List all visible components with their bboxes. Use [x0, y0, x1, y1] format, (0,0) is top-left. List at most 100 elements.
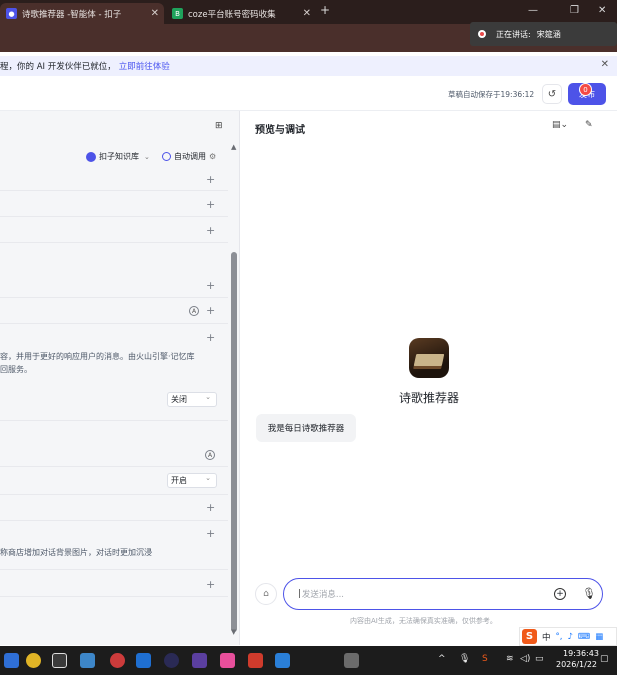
tray-mic-icon[interactable]: 🎙 [459, 654, 470, 664]
battery-icon[interactable]: ▭ [535, 654, 544, 664]
select-value: 开启 [171, 476, 187, 485]
tray-expand-icon[interactable]: ^ [438, 654, 446, 664]
notification-banner: 程，你的 AI 开发伙伴已就位， 立即前往体验 ✕ [0, 56, 617, 76]
wifi-icon[interactable]: ≋ [506, 654, 514, 664]
clock-date[interactable]: 2026/1/22 [556, 660, 597, 669]
ime-toolbar: S 中 °, ♪ ⌨ ▦ [519, 627, 617, 646]
attach-plus-icon[interactable]: + [554, 588, 566, 600]
select-value: 关闭 [171, 395, 187, 404]
bot-greeting-bubble: 我是每日诗歌推荐器 [256, 414, 356, 442]
app-red-icon[interactable] [110, 653, 125, 668]
sogou-logo[interactable]: S [522, 629, 537, 644]
coze-favicon-icon: ● [6, 8, 17, 19]
chat-settings-icon[interactable]: ▤⌄ [552, 120, 568, 130]
new-tab-button[interactable]: + [320, 3, 330, 17]
close-tab-icon[interactable]: ✕ [151, 8, 159, 19]
scroll-up-icon[interactable]: ▲ [231, 143, 236, 151]
memory-toggle-select[interactable]: 关闭 ⌄ [167, 392, 217, 407]
close-tab-icon[interactable]: ✕ [303, 8, 311, 19]
divider [0, 596, 228, 597]
divider [0, 494, 228, 495]
debug-brush-icon[interactable]: ✎ [585, 120, 593, 130]
scroll-down-icon[interactable]: ▼ [231, 628, 236, 636]
auto-mode-icon[interactable]: A [205, 450, 215, 460]
speaker-icon [478, 30, 486, 38]
history-icon: ↺ [547, 88, 557, 100]
config-panel [0, 111, 240, 645]
app-blue-icon[interactable] [136, 653, 151, 668]
app-dark-icon[interactable] [164, 653, 179, 668]
bot-name: 诗歌推荐器 [399, 391, 460, 405]
memory-description-2: 回服务。 [0, 365, 32, 374]
file-manager-icon[interactable] [80, 653, 95, 668]
auto-call-selector[interactable]: 自动调用 ⚙ [162, 151, 216, 162]
character-widget-icon[interactable] [344, 653, 359, 668]
app-pink-icon[interactable] [220, 653, 235, 668]
divider [0, 420, 228, 421]
divider [0, 520, 228, 521]
ai-disclaimer: 内容由AI生成，无法确保真实准确，仅供参考。 [350, 617, 497, 625]
divider [0, 466, 228, 467]
background-description: 称商店增加对话背景图片，对话时更加沉浸 [0, 548, 152, 557]
publish-badge: 0 [579, 83, 592, 96]
divider [0, 569, 228, 570]
input-placeholder: 发送消息... [301, 590, 344, 600]
chevron-down-icon: ⌄ [205, 474, 211, 482]
close-window-icon[interactable]: ✕ [598, 5, 606, 16]
speaking-indicator: 正在讲话: 宋筵涵 [470, 22, 617, 46]
chrome-icon[interactable] [26, 653, 41, 668]
broom-icon: ⌂ [263, 589, 269, 599]
clock-time[interactable]: 19:36:43 [563, 649, 599, 658]
sheet-favicon-icon: B [172, 8, 183, 19]
bot-avatar [409, 338, 449, 378]
preview-title: 预览与调试 [255, 125, 305, 136]
divider [0, 242, 228, 243]
divider [0, 216, 228, 217]
divider [0, 323, 228, 324]
app-purple-icon[interactable] [192, 653, 207, 668]
auto-mode-icon[interactable]: A [189, 306, 199, 316]
app-g-icon[interactable] [52, 653, 67, 668]
auto-call-label: 自动调用 [174, 152, 206, 161]
speaking-label: 正在讲话: [496, 29, 531, 39]
banner-link[interactable]: 立即前往体验 [119, 60, 170, 72]
editor-header: 草稿自动保存于19:36:12 ↺ 发布 [0, 76, 617, 111]
tab-coze-collect[interactable]: B coze平台账号密码收集 ✕ [166, 3, 316, 24]
powerpoint-icon[interactable] [248, 653, 263, 668]
settings-icon: ⚙ [209, 152, 217, 161]
history-button[interactable]: ↺ [542, 84, 562, 104]
ime-language[interactable]: 中 [542, 631, 551, 643]
tray-sogou-icon[interactable]: S [482, 654, 488, 664]
layout-toggle-icon[interactable]: ⊞ [215, 121, 223, 131]
knowledge-selector[interactable]: 扣子知识库 ⌄ [86, 151, 150, 162]
book-image [413, 354, 445, 366]
restore-icon[interactable]: ❐ [570, 5, 579, 16]
app-lightblue-icon[interactable] [275, 653, 290, 668]
keyboard-icon[interactable]: ⌨ [578, 632, 590, 642]
voice-input-icon[interactable]: ♪ [567, 632, 572, 642]
preview-panel [240, 111, 617, 645]
divider [0, 190, 228, 191]
minimize-icon[interactable]: — [528, 5, 538, 16]
notification-icon[interactable]: ▢ [600, 654, 609, 664]
text-cursor: | [298, 589, 301, 599]
microphone-icon[interactable]: 🎙 [582, 587, 596, 600]
close-banner-icon[interactable]: ✕ [601, 59, 609, 70]
banner-text: 程，你的 AI 开发伙伴已就位， [0, 62, 116, 72]
volume-icon[interactable]: ◁) [520, 654, 530, 664]
chevron-down-icon: ⌄ [205, 393, 211, 401]
autosave-status: 草稿自动保存于19:36:12 [448, 90, 535, 99]
browser-tab-strip: ● 诗歌推荐器 -智能体 - 扣子 ✕ B coze平台账号密码收集 ✕ + —… [0, 0, 617, 24]
speaking-name: 宋筵涵 [536, 29, 561, 39]
feature-toggle-select[interactable]: 开启 ⌄ [167, 473, 217, 488]
vscode-icon[interactable] [4, 653, 19, 668]
punctuation-icon[interactable]: °, [556, 632, 563, 642]
divider [0, 297, 228, 298]
toolbox-icon[interactable]: ▦ [595, 632, 603, 642]
tab-title: 诗歌推荐器 -智能体 - 扣子 [22, 9, 122, 20]
knowledge-icon [86, 151, 96, 162]
tab-poem-recommender[interactable]: ● 诗歌推荐器 -智能体 - 扣子 ✕ [0, 3, 164, 24]
clear-chat-button[interactable]: ⌂ [255, 583, 277, 605]
scrollbar-thumb[interactable] [231, 252, 237, 632]
tab-title: coze平台账号密码收集 [188, 9, 276, 20]
